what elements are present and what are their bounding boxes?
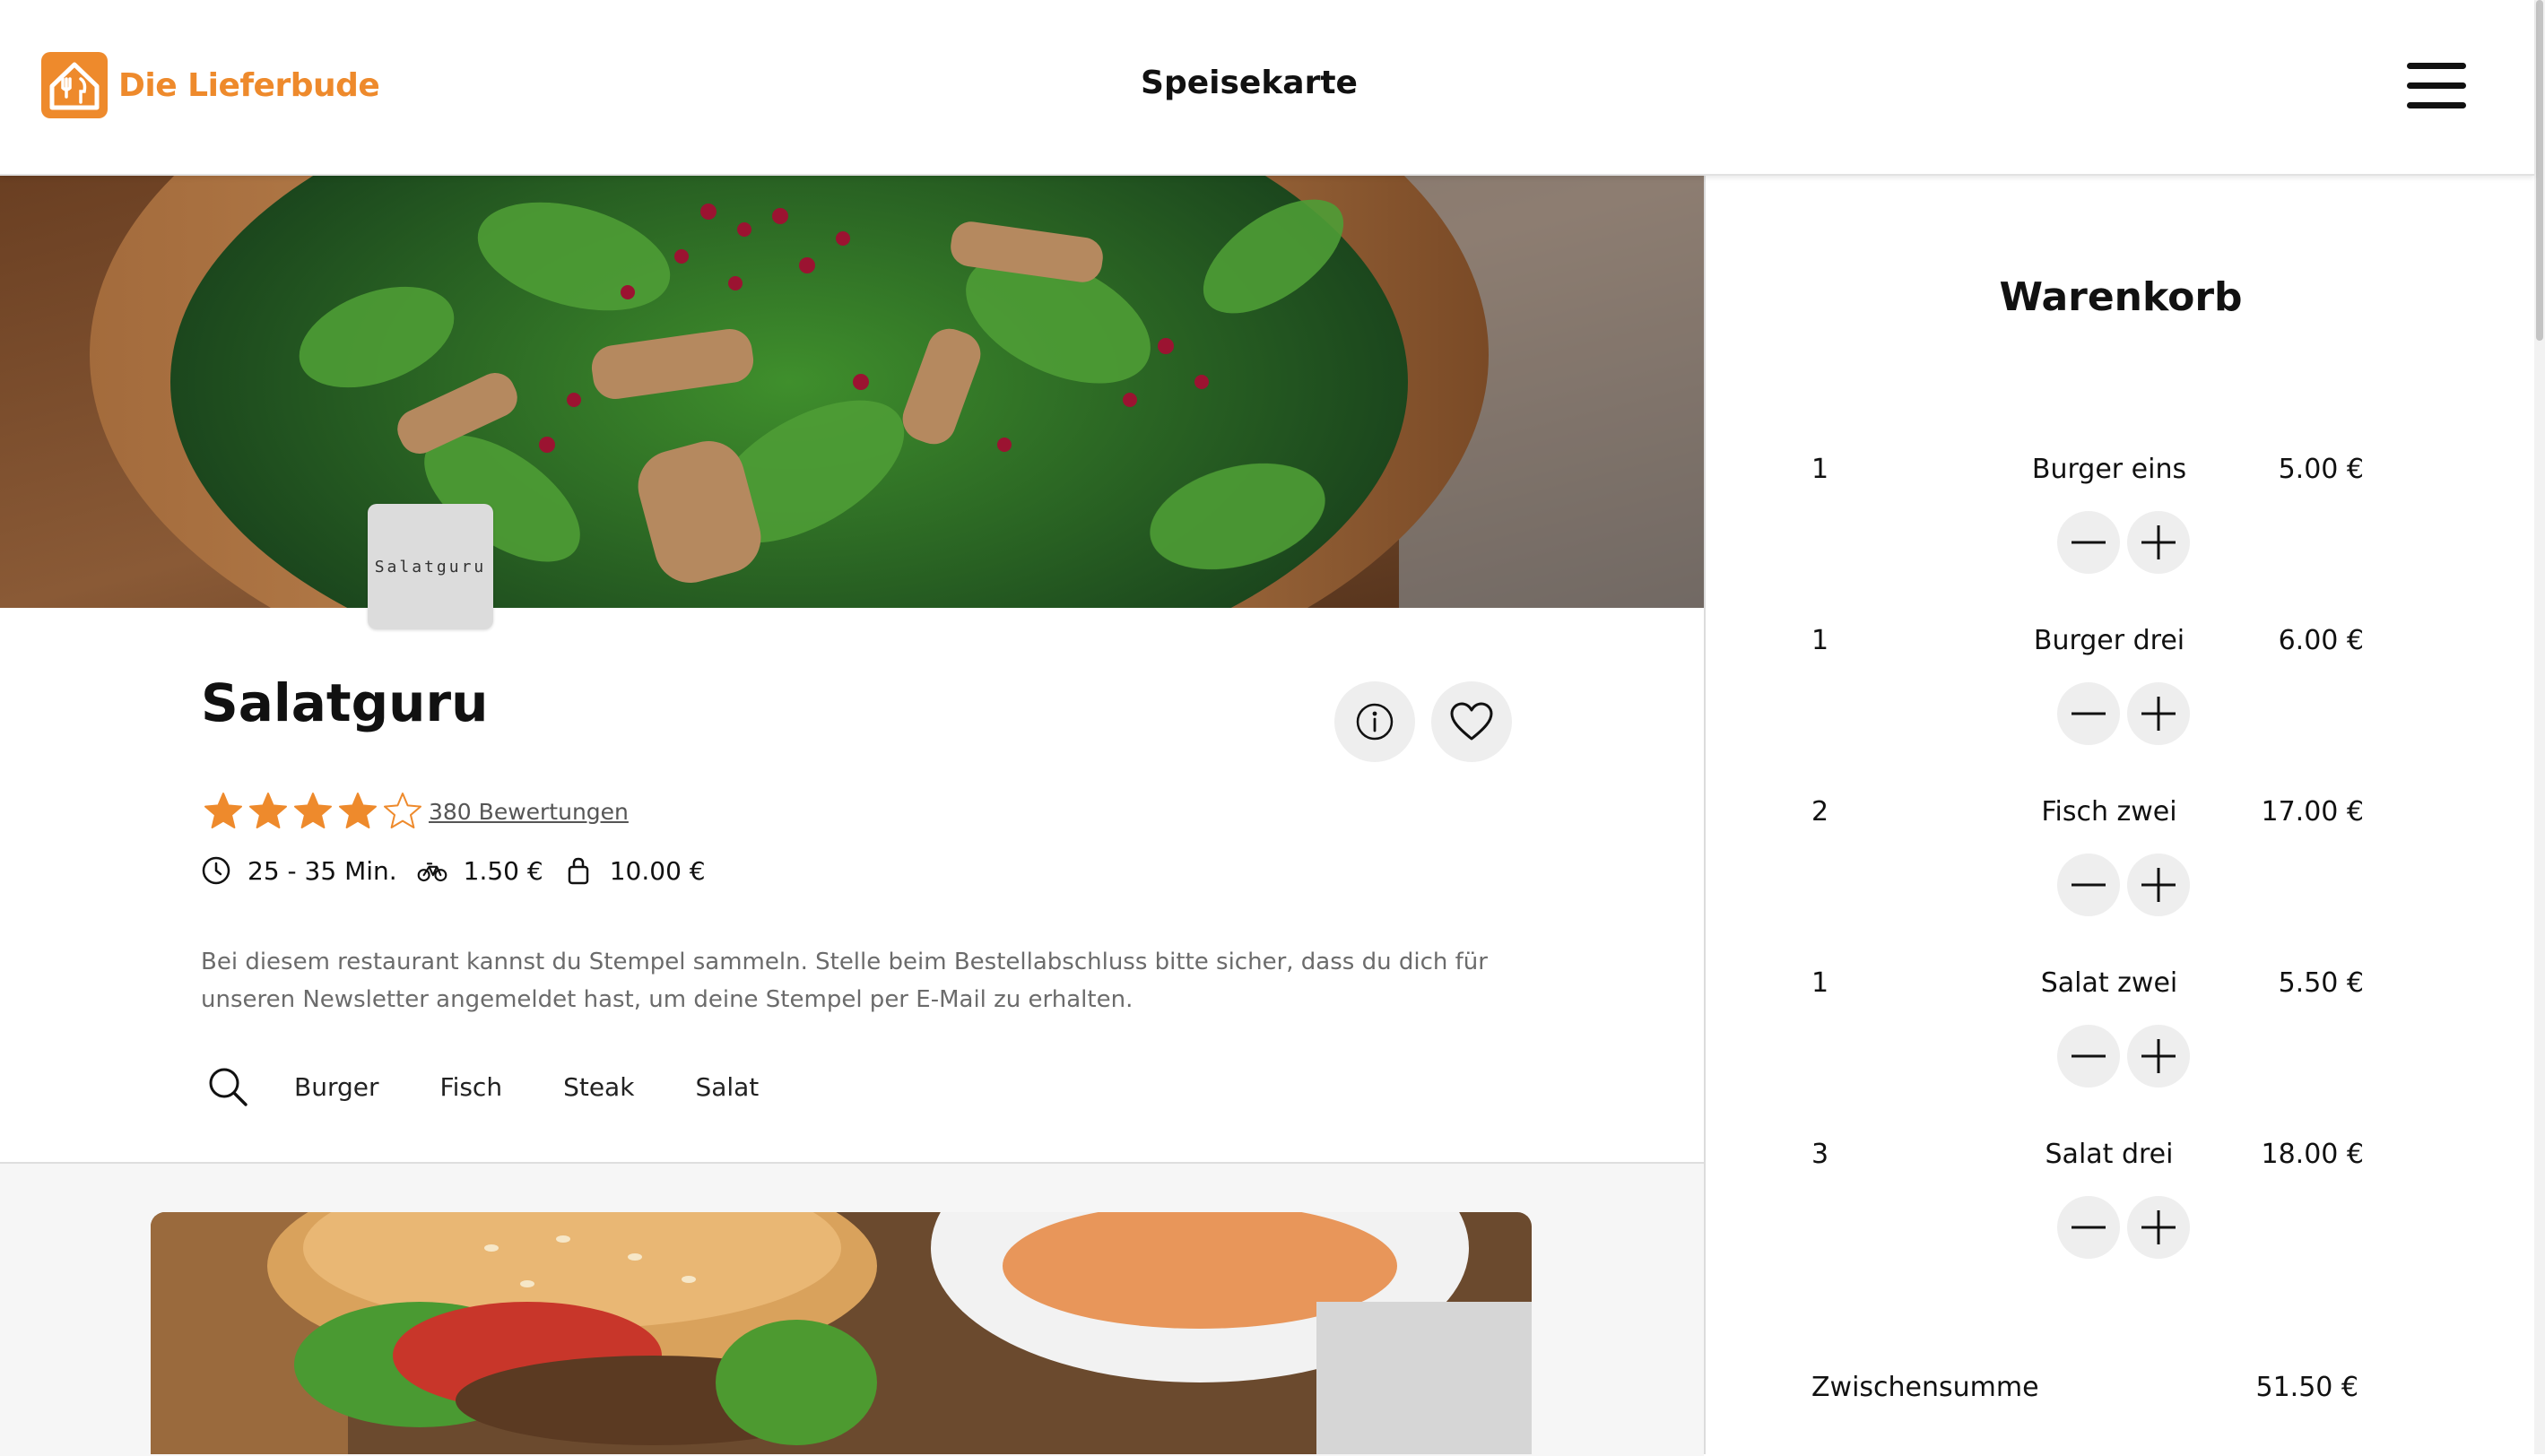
search-icon[interactable]: [206, 1065, 249, 1108]
rating-stars: 380 Bewertungen: [203, 791, 629, 832]
cart-item-qty: 2: [1811, 796, 1829, 828]
decrease-button[interactable]: [2057, 682, 2120, 745]
plus-icon: [2141, 697, 2176, 731]
plus-icon: [2141, 1210, 2176, 1244]
plus-icon: [2141, 1039, 2176, 1073]
cart-item-price: 5.50 €: [2278, 967, 2364, 999]
cart-item: 1 Burger eins 5.00 €: [1706, 454, 2536, 624]
delivery-meta: 25 - 35 Min. 1.50 € 10.00 €: [201, 855, 725, 886]
cart-item-name: Fisch zwei: [2041, 796, 2177, 828]
cart-item-price: 6.00 €: [2278, 625, 2364, 656]
cart-item-qty: 3: [1811, 1139, 1829, 1170]
brand-name: Die Lieferbude: [118, 66, 380, 104]
brand-link[interactable]: Die Lieferbude: [41, 52, 380, 118]
plus-icon: [2141, 525, 2176, 559]
star-filled-icon: [204, 793, 242, 828]
restaurant-logo-text: Salatguru: [374, 557, 487, 576]
increase-button[interactable]: [2127, 1196, 2190, 1259]
category-fisch[interactable]: Fisch: [440, 1072, 503, 1102]
clock-icon: [202, 856, 230, 885]
page-title: Speisekarte: [1141, 65, 1358, 101]
bike-icon: [417, 862, 447, 882]
cart-item-price: 18.00 €: [2261, 1139, 2364, 1170]
cart-item: 1 Burger drei 6.00 €: [1706, 625, 2536, 795]
decrease-button[interactable]: [2057, 1025, 2120, 1088]
increase-button[interactable]: [2127, 854, 2190, 916]
minimum-order: 10.00 €: [609, 855, 706, 886]
minus-icon: [2072, 1226, 2106, 1229]
restaurant-hero-image: [0, 176, 1704, 608]
cart-title: Warenkorb: [1999, 274, 2243, 320]
reviews-link[interactable]: 380 Bewertungen: [429, 799, 629, 825]
cart-item-qty: 1: [1811, 454, 1829, 485]
cart-item-qty: 1: [1811, 967, 1829, 999]
decrease-button[interactable]: [2057, 854, 2120, 916]
star-empty-icon: [384, 793, 421, 828]
cart-item-name: Burger drei: [2033, 625, 2185, 656]
delivery-fee: 1.50 €: [463, 855, 543, 886]
cart-item-name: Salat zwei: [2040, 967, 2178, 999]
cart-item: 3 Salat drei 18.00 €: [1706, 1139, 2536, 1309]
hamburger-menu-icon[interactable]: [2407, 63, 2466, 109]
increase-button[interactable]: [2127, 511, 2190, 574]
brand-logo-icon: [41, 52, 108, 118]
restaurant-logo: Salatguru: [368, 504, 493, 629]
category-steak[interactable]: Steak: [563, 1072, 634, 1102]
star-filled-icon: [339, 793, 377, 828]
cart-panel: Warenkorb 1 Burger eins 5.00 € 1 Burger …: [1704, 176, 2536, 1454]
favorite-button[interactable]: [1431, 681, 1512, 762]
restaurant-description: Bei diesem restaurant kannst du Stempel …: [201, 949, 1488, 1013]
subtotal-label: Zwischensumme: [1811, 1372, 2039, 1403]
minus-icon: [2072, 712, 2106, 715]
cart-item-name: Salat drei: [2045, 1139, 2174, 1170]
minus-icon: [2072, 541, 2106, 544]
delivery-time: 25 - 35 Min.: [248, 855, 397, 886]
plus-icon: [2141, 868, 2176, 902]
decrease-button[interactable]: [2057, 1196, 2120, 1259]
cart-item: 1 Salat zwei 5.50 €: [1706, 967, 2536, 1138]
cart-item: 2 Fisch zwei 17.00 €: [1706, 796, 2536, 966]
minus-icon: [2072, 1054, 2106, 1058]
decrease-button[interactable]: [2057, 511, 2120, 574]
info-button[interactable]: [1334, 681, 1415, 762]
top-header: Die Lieferbude Speisekarte: [0, 0, 2534, 176]
cart-item-price: 5.00 €: [2278, 454, 2364, 485]
subtotal-value: 51.50 €: [2255, 1372, 2358, 1403]
increase-button[interactable]: [2127, 1025, 2190, 1088]
info-icon: [1356, 703, 1394, 741]
category-burger[interactable]: Burger: [294, 1072, 379, 1102]
category-nav: Burger Fisch Steak Salat: [206, 1065, 820, 1108]
star-row: [203, 791, 427, 832]
menu-item-image[interactable]: [151, 1212, 1532, 1454]
restaurant-name: Salatguru: [201, 672, 489, 733]
category-salat[interactable]: Salat: [695, 1072, 759, 1102]
cart-item-qty: 1: [1811, 625, 1829, 656]
star-filled-icon: [249, 793, 287, 828]
cart-item-price: 17.00 €: [2261, 796, 2364, 828]
increase-button[interactable]: [2127, 682, 2190, 745]
cart-item-name: Burger eins: [2031, 454, 2187, 485]
minus-icon: [2072, 883, 2106, 887]
bag-icon: [568, 857, 588, 885]
scrollbar-thumb[interactable]: [2536, 0, 2543, 341]
star-filled-icon: [294, 793, 332, 828]
heart-icon: [1450, 702, 1493, 741]
